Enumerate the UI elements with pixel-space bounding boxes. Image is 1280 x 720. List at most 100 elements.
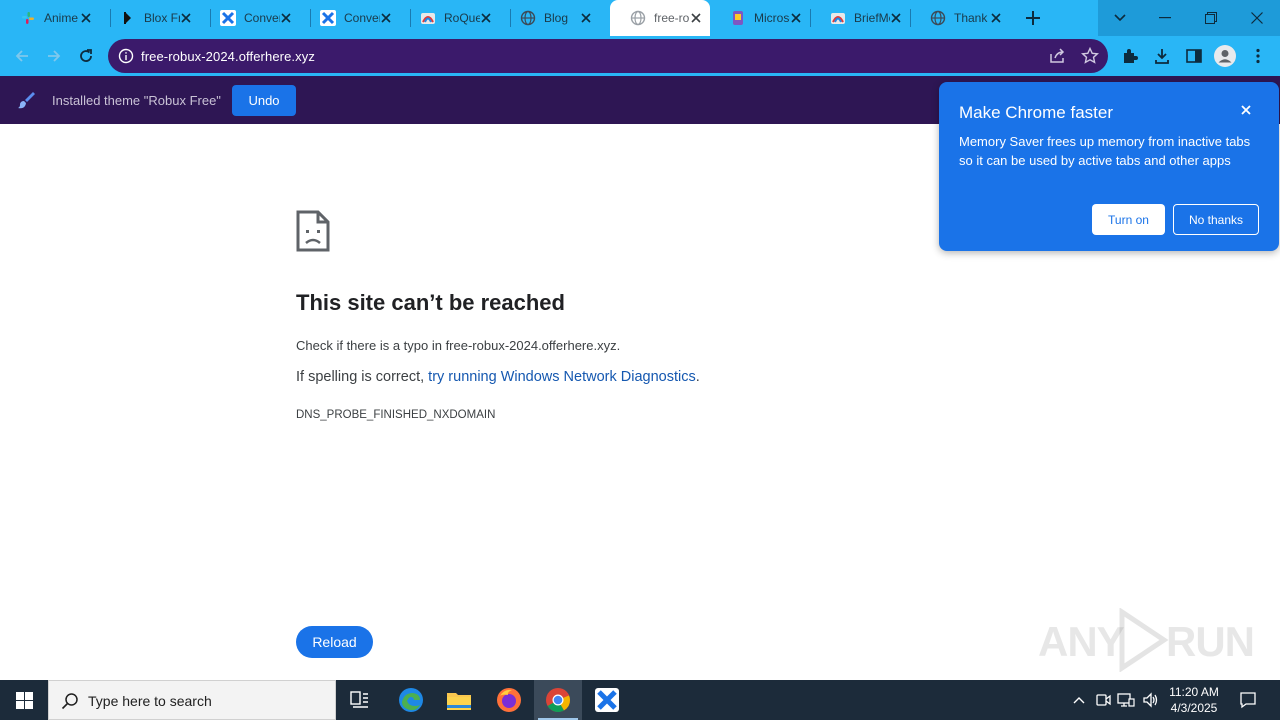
puzzle-icon xyxy=(1124,49,1138,63)
file-explorer-app[interactable] xyxy=(435,680,483,720)
task-view-button[interactable] xyxy=(336,680,384,720)
new-tab-button[interactable] xyxy=(1020,6,1046,30)
briefme-icon xyxy=(830,10,846,26)
minimize-button[interactable] xyxy=(1142,0,1188,36)
tab-briefme[interactable]: BriefMe xyxy=(810,0,910,36)
close-icon[interactable] xyxy=(279,11,293,25)
firefox-icon xyxy=(497,688,521,712)
tab-blog[interactable]: Blog xyxy=(500,0,600,36)
network-icon xyxy=(1117,693,1135,707)
error-title: This site can’t be reached xyxy=(296,290,565,315)
close-icon[interactable] xyxy=(989,11,1003,25)
error-typo-hint: Check if there is a typo in free-robux-2… xyxy=(296,338,621,353)
firefox-app[interactable] xyxy=(485,680,533,720)
convert-icon xyxy=(220,10,236,26)
no-thanks-button[interactable]: No thanks xyxy=(1173,204,1259,235)
promo-title: Make Chrome faster xyxy=(959,103,1113,122)
sad-page-icon xyxy=(296,210,330,257)
watermark-any: ANY xyxy=(1038,618,1125,665)
notification-icon xyxy=(1240,692,1256,709)
tab-anime[interactable]: Anime xyxy=(0,0,100,36)
chrome-app[interactable] xyxy=(534,680,582,720)
search-placeholder: Type here to search xyxy=(88,693,212,709)
taskbar-clock[interactable]: 11:20 AM 4/3/2025 xyxy=(1162,684,1226,716)
tab-roquest[interactable]: RoQuest xyxy=(400,0,500,36)
start-button[interactable] xyxy=(0,680,48,720)
diagnostics-suffix: . xyxy=(695,369,700,385)
edge-icon xyxy=(399,688,423,712)
reload-button[interactable]: Reload xyxy=(296,626,373,658)
close-icon[interactable] xyxy=(379,11,393,25)
tab-thank[interactable]: Thank xyxy=(910,0,1010,36)
tab-microsoft[interactable]: Microsoft xyxy=(710,0,810,36)
arrow-right-icon xyxy=(48,50,61,62)
url-text[interactable]: free-robux-2024.offerhere.xyz xyxy=(141,49,315,64)
meet-now-button[interactable] xyxy=(1092,680,1114,720)
kebab-menu-icon xyxy=(1256,48,1260,64)
arrow-left-icon xyxy=(15,50,28,62)
address-bar[interactable]: free-robux-2024.offerhere.xyz xyxy=(108,39,1108,73)
close-icon[interactable] xyxy=(579,11,593,25)
error-diagnostics-hint: If spelling is correct, try running Wind… xyxy=(296,369,700,385)
folder-icon xyxy=(447,693,471,710)
tab-convert-2[interactable]: Convert xyxy=(300,0,400,36)
chrome-icon xyxy=(546,688,570,713)
info-icon[interactable] xyxy=(118,48,134,69)
roblox-icon xyxy=(420,10,436,26)
task-view-icon xyxy=(350,691,368,708)
turn-on-button[interactable]: Turn on xyxy=(1092,204,1165,235)
close-icon[interactable] xyxy=(889,11,903,25)
tab-title: Microsoft xyxy=(754,11,790,25)
tab-title: Convert xyxy=(344,11,380,25)
undo-button[interactable]: Undo xyxy=(232,85,296,116)
tab-title: BriefMe xyxy=(854,11,890,25)
convert-app-icon xyxy=(595,688,619,712)
taskbar-search[interactable]: Type here to search xyxy=(48,680,336,720)
network-diagnostics-link[interactable]: try running Windows Network Diagnostics xyxy=(428,369,696,385)
close-icon[interactable] xyxy=(689,11,703,25)
tab-search-button[interactable] xyxy=(1098,0,1142,36)
microsoft-icon xyxy=(730,10,746,26)
network-button[interactable] xyxy=(1115,680,1137,720)
tab-free-robux[interactable]: free-robux xyxy=(610,0,710,36)
close-window-button[interactable] xyxy=(1234,0,1280,36)
volume-button[interactable] xyxy=(1140,680,1162,720)
close-icon[interactable] xyxy=(79,11,93,25)
tab-title: Convert xyxy=(244,11,280,25)
close-icon[interactable] xyxy=(479,11,493,25)
forward-button[interactable] xyxy=(40,42,68,70)
paintbrush-icon xyxy=(16,90,36,115)
extensions-button[interactable] xyxy=(1119,45,1141,67)
tab-convert-1[interactable]: Convert xyxy=(200,0,300,36)
close-icon[interactable] xyxy=(789,11,803,25)
tab-title: RoQuest xyxy=(444,11,480,25)
share-icon[interactable] xyxy=(1049,48,1067,69)
tab-title: free-robux xyxy=(654,11,690,25)
blox-icon xyxy=(120,10,136,26)
tab-blox-fruits[interactable]: Blox Fruits xyxy=(100,0,200,36)
close-icon[interactable] xyxy=(179,11,193,25)
search-icon xyxy=(61,692,79,715)
memory-saver-promo: Make Chrome faster Memory Saver frees up… xyxy=(939,82,1279,251)
download-icon xyxy=(1155,49,1169,64)
reload-toolbar-button[interactable] xyxy=(72,42,100,70)
minimize-icon xyxy=(1159,17,1171,19)
downloads-button[interactable] xyxy=(1151,45,1173,67)
watermark-run: RUN xyxy=(1166,618,1255,665)
edge-app[interactable] xyxy=(387,680,435,720)
notifications-button[interactable] xyxy=(1232,680,1264,720)
tab-strip: Anime Blox Fruits Convert Convert RoQues… xyxy=(0,0,1280,36)
close-icon xyxy=(1251,12,1263,24)
close-promo-button[interactable] xyxy=(1238,102,1254,118)
convert-app[interactable] xyxy=(583,680,631,720)
chrome-menu-button[interactable] xyxy=(1247,45,1269,67)
globe-icon xyxy=(630,10,646,26)
profile-button[interactable] xyxy=(1214,45,1236,67)
tab-title: Blox Fruits xyxy=(144,11,180,25)
side-panel-button[interactable] xyxy=(1183,45,1205,67)
diagnostics-prefix: If spelling is correct, xyxy=(296,369,429,385)
restore-button[interactable] xyxy=(1188,0,1234,36)
show-hidden-icons-button[interactable] xyxy=(1068,680,1090,720)
back-button[interactable] xyxy=(8,42,36,70)
bookmark-star-icon[interactable] xyxy=(1080,46,1100,70)
